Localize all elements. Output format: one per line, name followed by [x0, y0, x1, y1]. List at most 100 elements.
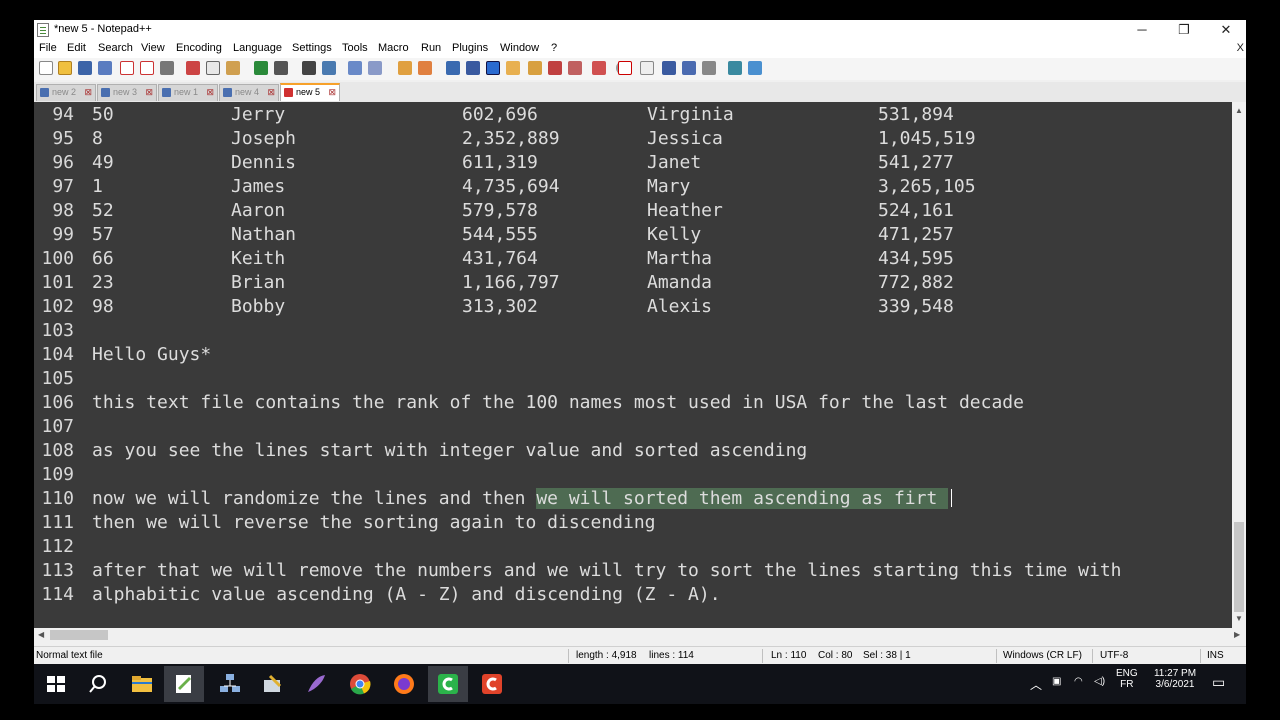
tab-close-icon[interactable]: ⊠	[267, 87, 275, 98]
save-all-icon[interactable]	[98, 61, 112, 75]
tab-new-1[interactable]: new 1 ⊠	[158, 84, 218, 101]
scroll-up-icon[interactable]: ▲	[1235, 106, 1243, 115]
settings-tool-icon[interactable]	[260, 672, 284, 696]
tab-close-icon[interactable]: ⊠	[206, 87, 214, 98]
scroll-down-icon[interactable]: ▼	[1235, 614, 1243, 623]
editor-line[interactable]: 95 8 Joseph 2,352,889 Jessica 1,045,519	[34, 127, 1232, 151]
editor-line[interactable]: 106 this text file contains the rank of t…	[34, 391, 1232, 415]
menu-search[interactable]: Search	[98, 42, 133, 54]
menu-language[interactable]: Language	[233, 42, 282, 54]
show-all-characters-icon[interactable]	[466, 61, 480, 75]
document-map-icon[interactable]	[528, 61, 542, 75]
camtasia-red-icon[interactable]	[480, 672, 504, 696]
minimize-button[interactable]: ─	[1122, 20, 1162, 40]
horizontal-scrollbar[interactable]: ◀ ▶	[34, 628, 1246, 642]
folder-workspace-icon[interactable]	[568, 61, 582, 75]
language-indicator[interactable]: ENG FR	[1116, 668, 1138, 690]
tab-new-3[interactable]: new 3 ⊠	[97, 84, 157, 101]
feather-app-icon[interactable]	[304, 672, 328, 696]
save-macro-icon[interactable]	[702, 61, 716, 75]
sync-vertical-icon[interactable]	[398, 61, 412, 75]
editor-line[interactable]: 100 66 Keith 431,764 Martha 434,595	[34, 247, 1232, 271]
monitoring-icon[interactable]	[592, 61, 606, 75]
editor-line[interactable]: 111 then we will reverse the sorting agai…	[34, 511, 1232, 535]
wifi-icon[interactable]: ◠	[1074, 676, 1083, 687]
playback-macro-icon[interactable]	[662, 61, 676, 75]
close-button[interactable]: ✕	[1206, 20, 1246, 40]
editor-line[interactable]: 94 50 Jerry 602,696 Virginia 531,894	[34, 103, 1232, 127]
zoom-in-icon[interactable]	[348, 61, 362, 75]
notepad-plus-plus-taskbar-icon[interactable]	[172, 672, 196, 696]
find-icon[interactable]	[302, 61, 316, 75]
chevron-up-icon[interactable]: ︿	[1030, 676, 1042, 693]
scroll-right-icon[interactable]: ▶	[1234, 630, 1240, 639]
editor-line[interactable]: 101 23 Brian 1,166,797 Amanda 772,882	[34, 271, 1232, 295]
zoom-out-icon[interactable]	[368, 61, 382, 75]
editor-line[interactable]: 113 after that we will remove the numbers…	[34, 559, 1232, 583]
editor-line[interactable]: 99 57 Nathan 544,555 Kelly 471,257	[34, 223, 1232, 247]
redo-icon[interactable]	[274, 61, 288, 75]
editor-line[interactable]: 98 52 Aaron 579,578 Heather 524,161	[34, 199, 1232, 223]
close-document-x[interactable]: X	[1237, 42, 1244, 54]
indent-guide-icon[interactable]	[486, 61, 500, 75]
scroll-left-icon[interactable]: ◀	[38, 630, 44, 639]
plugin-icon[interactable]	[748, 61, 762, 75]
tab-new-4[interactable]: new 4 ⊠	[219, 84, 279, 101]
chrome-icon[interactable]	[348, 672, 372, 696]
clock[interactable]: 11:27 PM 3/6/2021	[1146, 668, 1204, 690]
menu-run[interactable]: Run	[421, 42, 441, 54]
file-explorer-icon[interactable]	[130, 672, 154, 696]
menu-encoding[interactable]: Encoding	[176, 42, 222, 54]
editor-line[interactable]: 97 1 James 4,735,694 Mary 3,265,105	[34, 175, 1232, 199]
close-all-icon[interactable]	[140, 61, 154, 75]
tab-close-icon[interactable]: ⊠	[145, 87, 153, 98]
text-editor[interactable]: 94 50 Jerry 602,696 Virginia 531,894 95 8 Joseph…	[34, 102, 1232, 628]
maximize-button[interactable]: ❐	[1164, 20, 1204, 40]
editor-line[interactable]: 109	[34, 463, 1232, 487]
menu-tools[interactable]: Tools	[342, 42, 368, 54]
editor-line[interactable]: 102 98 Bobby 313,302 Alexis 339,548	[34, 295, 1232, 319]
print-icon[interactable]	[160, 61, 174, 75]
sync-horizontal-icon[interactable]	[418, 61, 432, 75]
device-icon[interactable]: ▣	[1052, 676, 1061, 687]
editor-line[interactable]: 108 as you see the lines start with integ…	[34, 439, 1232, 463]
undo-icon[interactable]	[254, 61, 268, 75]
paste-icon[interactable]	[226, 61, 240, 75]
launch-browser-icon[interactable]	[728, 61, 742, 75]
editor-line[interactable]: 105	[34, 367, 1232, 391]
editor-line[interactable]: 114 alphabitic value ascending (A - Z) an…	[34, 583, 1232, 607]
editor-line[interactable]: 103	[34, 319, 1232, 343]
record-macro-icon[interactable]	[618, 61, 632, 75]
cut-icon[interactable]	[186, 61, 200, 75]
vertical-scroll-thumb[interactable]	[1234, 522, 1244, 612]
vertical-scrollbar[interactable]: ▲ ▼	[1232, 102, 1246, 628]
close-file-icon[interactable]	[120, 61, 134, 75]
menu-macro[interactable]: Macro	[378, 42, 409, 54]
editor-line[interactable]: 104 Hello Guys*	[34, 343, 1232, 367]
menu-view[interactable]: View	[141, 42, 165, 54]
open-file-icon[interactable]	[58, 61, 72, 75]
menu-help[interactable]: ?	[551, 42, 557, 54]
new-file-icon[interactable]	[39, 61, 53, 75]
volume-icon[interactable]: ◁)	[1094, 676, 1105, 687]
stop-recording-icon[interactable]	[640, 61, 654, 75]
network-app-icon[interactable]	[218, 672, 242, 696]
menu-plugins[interactable]: Plugins	[452, 42, 488, 54]
windows-start-icon[interactable]	[44, 672, 68, 696]
notification-icon[interactable]: ▭	[1212, 674, 1225, 691]
editor-line[interactable]: 110 now we will randomize the lines and t…	[34, 487, 1232, 511]
word-wrap-icon[interactable]	[446, 61, 460, 75]
save-icon[interactable]	[78, 61, 92, 75]
tab-close-icon[interactable]: ⊠	[328, 87, 336, 98]
firefox-icon[interactable]	[392, 672, 416, 696]
editor-line[interactable]: 112	[34, 535, 1232, 559]
tab-new-2[interactable]: new 2 ⊠	[36, 84, 96, 101]
menu-window[interactable]: Window	[500, 42, 539, 54]
function-list-icon[interactable]	[548, 61, 562, 75]
horizontal-scroll-thumb[interactable]	[50, 630, 108, 640]
editor-line[interactable]: 107	[34, 415, 1232, 439]
language-define-icon[interactable]	[506, 61, 520, 75]
tab-new-5[interactable]: new 5 ⊠	[280, 83, 340, 101]
replace-icon[interactable]	[322, 61, 336, 75]
tab-close-icon[interactable]: ⊠	[84, 87, 92, 98]
